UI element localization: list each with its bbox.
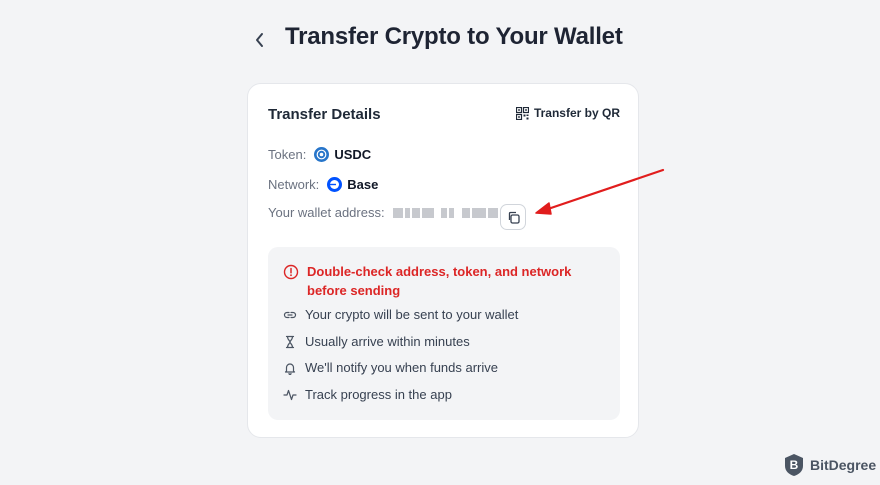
base-network-icon <box>327 177 343 192</box>
token-label: Token: <box>268 147 307 162</box>
bitdegree-watermark: B BitDegree <box>783 453 876 477</box>
network-label: Network: <box>268 177 320 192</box>
warning-text: Double-check address, token, and network… <box>307 264 572 298</box>
transfer-by-qr-button[interactable]: Transfer by QR <box>515 106 620 120</box>
network-row: Network: Base <box>268 177 378 192</box>
hourglass-icon <box>285 335 295 348</box>
network-value: Base <box>347 177 379 192</box>
info-item-label: We'll notify you when funds arrive <box>305 360 499 375</box>
page-title: Transfer Crypto to Your Wallet <box>285 23 623 50</box>
wallet-address-row: Your wallet address: <box>268 205 498 220</box>
transfer-details-card: Transfer Details Transfer by QR Token: U… <box>247 83 639 438</box>
watermark-text: BitDegree <box>810 457 877 473</box>
wallet-address-masked <box>392 207 498 218</box>
usdc-icon <box>314 147 330 162</box>
token-value: USDC <box>334 147 372 162</box>
info-item-sent: Your crypto will be sent to your wallet <box>283 307 518 322</box>
info-item-arrival-time: Usually arrive within minutes <box>283 334 470 349</box>
info-item-label: Your crypto will be sent to your wallet <box>305 307 519 322</box>
qr-code-icon <box>515 106 529 120</box>
back-button[interactable] <box>248 26 272 54</box>
token-row: Token: USDC <box>268 147 371 162</box>
info-item-track: Track progress in the app <box>283 387 452 402</box>
bell-icon <box>284 362 296 375</box>
info-item-notify: We'll notify you when funds arrive <box>283 360 498 375</box>
card-title: Transfer Details <box>268 106 381 123</box>
chevron-left-icon <box>256 33 263 47</box>
copy-address-button[interactable] <box>500 204 526 230</box>
link-icon <box>283 311 297 318</box>
alert-circle-icon <box>283 264 299 280</box>
copy-icon <box>508 211 520 224</box>
svg-text:B: B <box>790 458 799 472</box>
bitdegree-logo-icon: B <box>785 454 803 476</box>
info-item-label: Track progress in the app <box>305 387 452 402</box>
warning-message: Double-check address, token, and network… <box>283 262 597 300</box>
qr-button-label: Transfer by QR <box>533 106 620 120</box>
wallet-address-label: Your wallet address: <box>268 205 385 220</box>
info-box: Double-check address, token, and network… <box>268 247 620 420</box>
activity-icon <box>283 389 297 400</box>
header: Transfer Crypto to Your Wallet <box>0 22 880 58</box>
info-item-label: Usually arrive within minutes <box>305 334 470 349</box>
